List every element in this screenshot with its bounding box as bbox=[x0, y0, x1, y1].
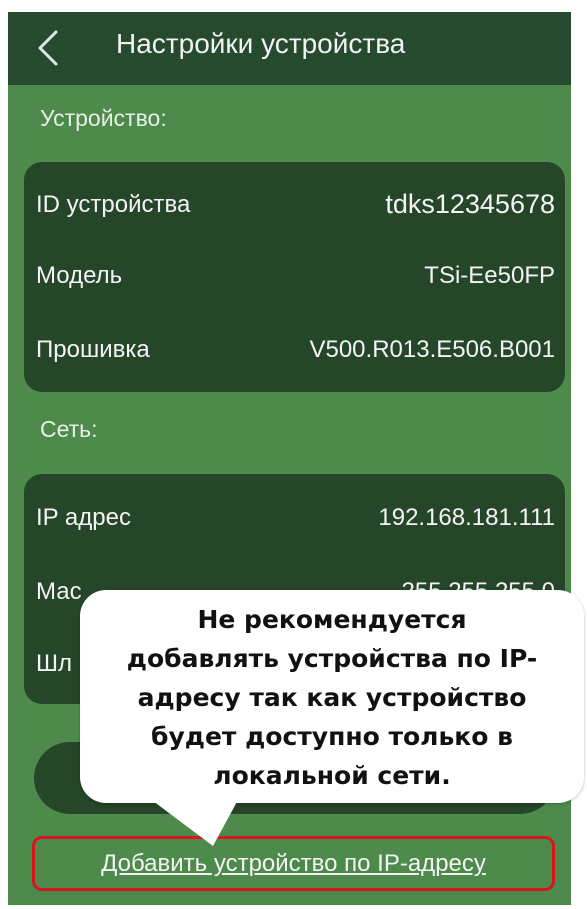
callout-line: адресу так как устройство bbox=[137, 683, 527, 712]
mask-label: Мас bbox=[36, 578, 82, 605]
network-section-label: Сеть: bbox=[40, 416, 98, 442]
chevron-left-icon bbox=[38, 30, 58, 66]
warning-callout: Не рекомендуется добавлять устройства по… bbox=[80, 590, 584, 803]
ip-address-row: IP адрес 192.168.181.111 bbox=[24, 492, 565, 548]
device-section-label: Устройство: bbox=[40, 105, 167, 131]
callout-text: Не рекомендуется добавлять устройства по… bbox=[80, 600, 584, 795]
page-title: Настройки устройства bbox=[116, 28, 406, 59]
device-id-row: ID устройства tdks12345678 bbox=[24, 179, 565, 235]
model-row: Модель TSi-Ee50FP bbox=[24, 250, 565, 306]
callout-line: локальной сети. bbox=[213, 761, 451, 790]
model-value: TSi-Ee50FP bbox=[424, 262, 555, 289]
add-device-by-ip-button[interactable]: Добавить устройство по IP-адресу bbox=[32, 836, 555, 891]
firmware-label: Прошивка bbox=[36, 336, 150, 363]
ip-address-label: IP адрес bbox=[36, 504, 131, 531]
ip-address-value: 192.168.181.111 bbox=[378, 504, 555, 531]
callout-pointer bbox=[149, 798, 239, 846]
device-id-label: ID устройства bbox=[36, 191, 191, 218]
model-label: Модель bbox=[36, 262, 123, 289]
app-header: Настройки устройства bbox=[8, 12, 571, 85]
device-id-value: tdks12345678 bbox=[385, 189, 555, 219]
firmware-value: V500.R013.E506.B001 bbox=[309, 336, 555, 363]
gateway-label: Шл bbox=[36, 650, 72, 677]
device-info-card: ID устройства tdks12345678 Модель TSi-Ee… bbox=[24, 162, 565, 392]
callout-line: добавлять устройства по IP- bbox=[126, 644, 538, 673]
firmware-row: Прошивка V500.R013.E506.B001 bbox=[24, 324, 565, 380]
callout-line: Не рекомендуется bbox=[197, 605, 467, 634]
back-button[interactable] bbox=[32, 26, 72, 70]
callout-line: будет доступно только в bbox=[151, 722, 513, 751]
add-device-by-ip-label: Добавить устройство по IP-адресу bbox=[101, 850, 486, 877]
